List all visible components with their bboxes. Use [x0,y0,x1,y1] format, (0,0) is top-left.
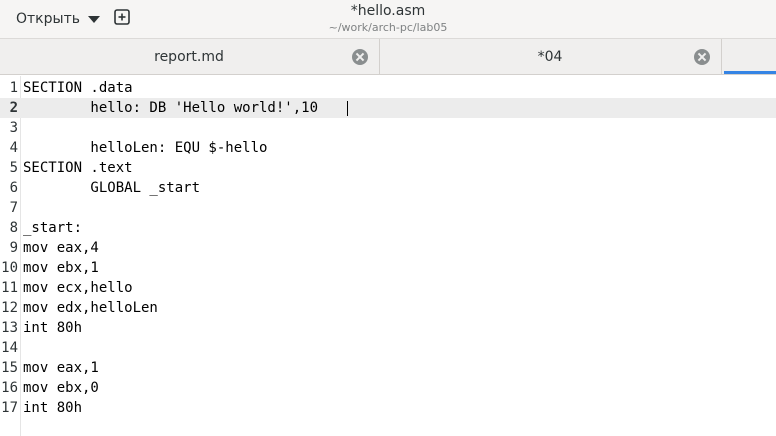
code-line[interactable]: 9 mov eax,4 [0,238,776,258]
line-number: 6 [9,180,18,196]
code-line[interactable]: 13 int 80h [0,318,776,338]
code-line[interactable]: 7 [0,198,776,218]
line-text: int 80h [23,320,83,336]
line-text: hello: DB 'Hello world!',10 [23,100,327,116]
new-tab-icon [114,9,130,25]
tab-hello-asm[interactable] [722,39,776,75]
line-number: 15 [1,360,18,376]
new-tab-button[interactable] [114,9,130,25]
line-text: _start: [23,220,83,236]
line-number: 3 [9,120,18,136]
line-number: 2 [9,100,18,116]
tab-label: *04 [537,49,563,65]
code-line[interactable]: 14 [0,338,776,358]
line-text: GLOBAL _start [23,180,201,196]
code-line[interactable]: 16 mov ebx,0 [0,378,776,398]
code-line[interactable]: 12 mov edx,helloLen [0,298,776,318]
line-number: 1 [9,80,18,96]
code-line[interactable]: 15 mov eax,1 [0,358,776,378]
window-title-block: *hello.asm ~/work/arch-pc/lab05 [223,0,553,35]
active-tab-indicator [724,71,776,74]
line-number: 8 [9,220,18,236]
code-line[interactable]: 17 int 80h [0,398,776,418]
line-number: 7 [9,200,18,216]
code-line[interactable]: 1 SECTION .data [0,78,776,98]
open-button-label: Открыть [16,11,80,27]
close-icon[interactable] [352,49,368,65]
line-number: 13 [1,320,18,336]
text-editor[interactable]: 1 SECTION .data 2 hello: DB 'Hello world!'… [0,76,776,436]
line-text: mov eax,1 [23,360,99,376]
line-number: 17 [1,400,18,416]
code-line[interactable]: 5 SECTION .text [0,158,776,178]
line-number: 9 [9,240,18,256]
line-number: 10 [1,260,18,276]
code-line[interactable]: 4 helloLen: EQU $-hello [0,138,776,158]
line-text: helloLen: EQU $-hello [23,140,268,156]
line-number: 5 [9,160,18,176]
line-text: mov ebx,0 [23,380,99,396]
line-text: SECTION .text [23,160,133,176]
header-bar: Открыть *hello.asm ~/work/arch-pc/lab05 [0,0,776,38]
line-number: 16 [1,380,18,396]
line-number: 12 [1,300,18,316]
code-line[interactable]: 11 mov ecx,hello [0,278,776,298]
line-text: mov edx,helloLen [23,300,158,316]
line-number: 4 [9,140,18,156]
line-text: mov ebx,1 [23,260,99,276]
tab-bar: report.md *04 [0,38,776,75]
close-icon[interactable] [694,49,710,65]
code-line[interactable]: 2 hello: DB 'Hello world!',10 [0,98,776,118]
line-text: mov eax,4 [23,240,99,256]
text-cursor [347,101,348,116]
window-title: *hello.asm [350,3,426,19]
code-line[interactable]: 6 GLOBAL _start [0,178,776,198]
code-line[interactable]: 10 mov ebx,1 [0,258,776,278]
open-button[interactable]: Открыть [6,6,108,32]
line-number: 11 [1,280,18,296]
window-subtitle: ~/work/arch-pc/lab05 [328,21,448,34]
tab-label: report.md [154,49,224,65]
line-text: int 80h [23,400,83,416]
tab-04[interactable]: *04 [380,39,720,75]
tab-report-md[interactable]: report.md [0,39,378,75]
line-text: mov ecx,hello [23,280,133,296]
line-number: 14 [1,340,18,356]
chevron-down-icon [87,16,100,23]
line-text: SECTION .data [23,80,133,96]
code-line[interactable]: 8 _start: [0,218,776,238]
code-line[interactable]: 3 [0,118,776,138]
